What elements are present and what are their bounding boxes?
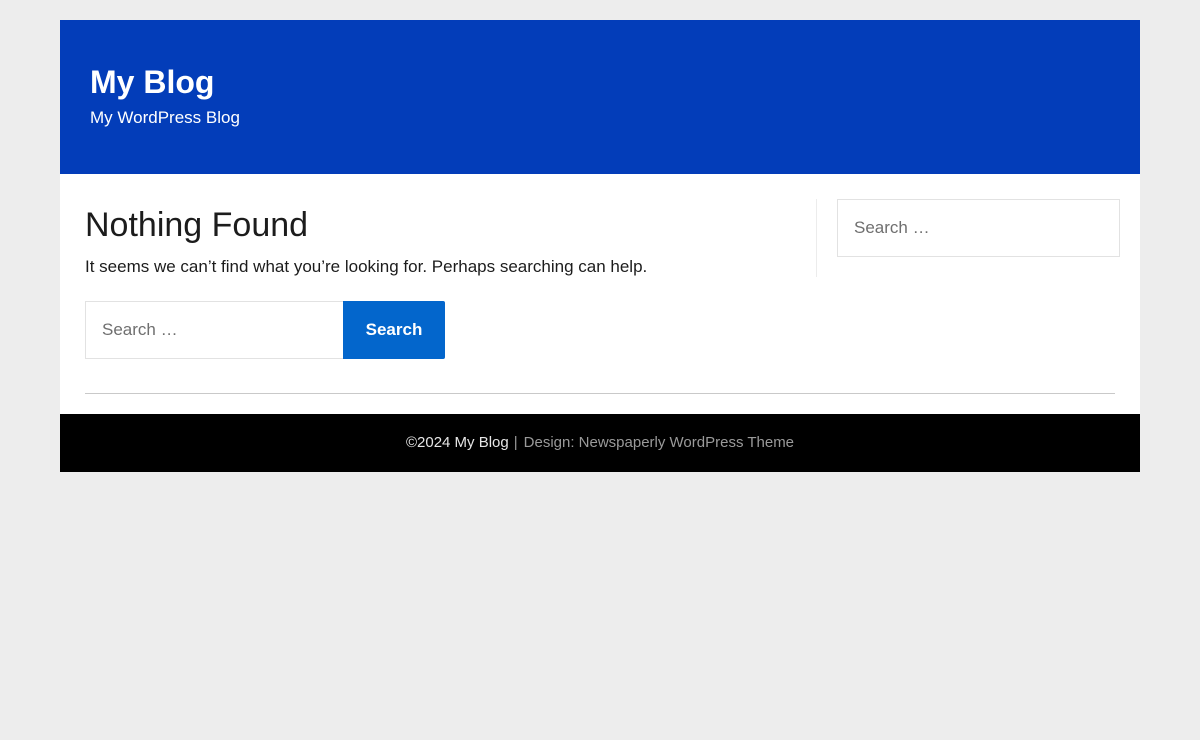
footer-separator: | [513, 434, 518, 451]
sidebar-search-input[interactable] [837, 199, 1120, 257]
site-title-link[interactable]: My Blog [90, 62, 214, 102]
no-results-message: It seems we can’t find what you’re looki… [85, 257, 648, 276]
search-button[interactable]: Search [343, 301, 445, 359]
page-title: Nothing Found [85, 206, 309, 244]
main-search-input[interactable] [85, 301, 343, 359]
page-container: My Blog My WordPress Blog Nothing Found … [60, 20, 1140, 472]
footer-copyright[interactable]: ©2024 My Blog [406, 433, 509, 453]
main-content: Nothing Found It seems we can’t find wha… [85, 174, 815, 414]
footer-divider [85, 393, 1115, 394]
sidebar [837, 199, 1120, 257]
sidebar-divider [816, 199, 817, 277]
site-header: My Blog My WordPress Blog [60, 20, 1140, 174]
main-search-form: Search [85, 301, 445, 359]
sidebar-search-form [837, 199, 1120, 257]
site-tagline: My WordPress Blog [90, 108, 240, 127]
content-area: Nothing Found It seems we can’t find wha… [60, 174, 1140, 414]
site-footer: ©2024 My Blog | Design: Newspaperly Word… [60, 414, 1140, 472]
footer-theme-credit-link[interactable]: Design: Newspaperly WordPress Theme [524, 433, 794, 453]
